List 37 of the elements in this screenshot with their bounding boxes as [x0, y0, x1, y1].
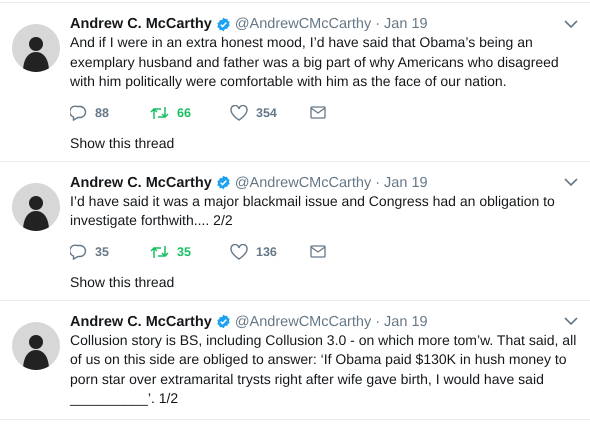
tweet-date[interactable]: · Jan 19 [375, 314, 428, 330]
heart-icon [230, 244, 248, 260]
retweet-button[interactable]: 66 [150, 106, 230, 120]
author-handle[interactable]: @AndrewCMcCarthy [234, 174, 372, 190]
verified-badge-icon [216, 175, 231, 190]
show-thread-link[interactable]: Show this thread [70, 274, 174, 290]
author-name[interactable]: Andrew C. McCarthy [70, 174, 212, 190]
heart-icon [230, 104, 248, 120]
tweet-text: I’d have said it was a major blackmail issue and Congress had an obligation to investigate forthwith.... 2/2 [70, 192, 556, 230]
author-handle[interactable]: @AndrewCMcCarthy [234, 16, 372, 32]
like-button[interactable]: 354 [230, 104, 310, 120]
author-name[interactable]: Andrew C. McCarthy [70, 16, 212, 32]
retweet-arrows-icon [150, 106, 169, 120]
envelope-icon [310, 245, 326, 258]
verified-badge-icon [216, 16, 231, 32]
avatar-silhouette [12, 182, 60, 230]
tweet-text: Collusion story is BS, including Collusion 3.0 - on which more tom’w. That said, all of us on this side are obliged to answer: ‘If Obama paid $130K in hush money to porn star over extramarital trysts right after wife gave birth, I would have said __________’. 1/2 [70, 330, 578, 408]
reply-button[interactable]: 35 [70, 244, 150, 260]
caret-icon[interactable] [564, 20, 578, 28]
speech-bubble-icon [70, 104, 87, 120]
caret-icon[interactable] [564, 178, 578, 187]
envelope-icon [310, 106, 326, 119]
speech-bubble-icon [70, 244, 87, 260]
author-name[interactable]: Andrew C. McCarthy [70, 314, 212, 330]
author-handle[interactable]: @AndrewCMcCarthy [234, 314, 372, 330]
avatar-silhouette [12, 24, 60, 72]
tweet-date[interactable]: · Jan 19 [375, 174, 428, 190]
like-button[interactable]: 136 [230, 244, 310, 260]
reply-button[interactable]: 88 [70, 104, 150, 120]
retweet-button[interactable]: 35 [150, 244, 230, 258]
avatar-silhouette [12, 322, 60, 370]
tweet-text: And if I were in an extra honest mood, I’d have said that Obama’s being an exemplary husband and father was a big part of why Americans who disagreed with him politically were comfortable with him as the face of our nation. [70, 33, 560, 91]
show-thread-link[interactable]: Show this thread [70, 134, 174, 150]
caret-icon[interactable] [564, 317, 578, 326]
tweet-date[interactable]: · Jan 19 [375, 16, 428, 32]
retweet-arrows-icon [150, 244, 169, 258]
verified-badge-icon [216, 314, 231, 329]
